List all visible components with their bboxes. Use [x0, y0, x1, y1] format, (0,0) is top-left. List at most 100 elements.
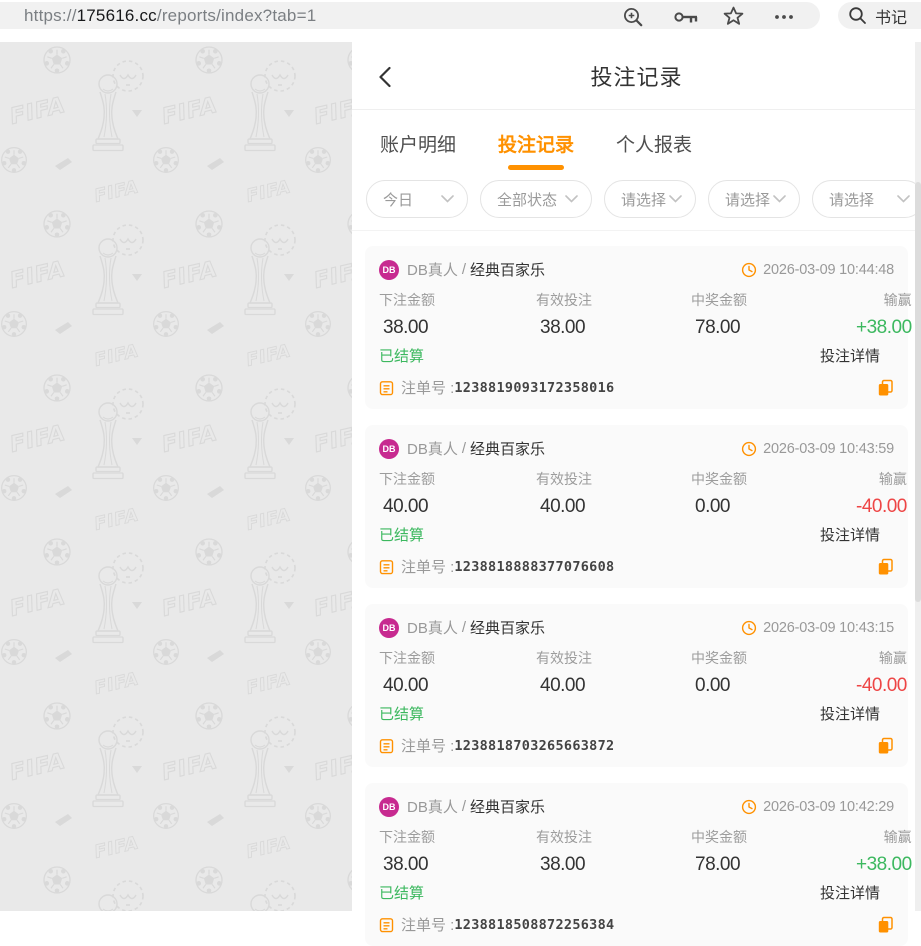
order-number-label: 注单号 : [401, 377, 454, 398]
fifa-watermark-background: FIFA [0, 42, 352, 911]
stat-value-bet: 38.00 [379, 854, 536, 876]
stat-label-profit: 输赢 [856, 648, 907, 668]
chevron-down-icon [565, 195, 578, 203]
stat-value-profit: +38.00 [856, 854, 912, 876]
bet-detail-link[interactable]: 投注详情 [820, 703, 880, 724]
zoom-in-icon[interactable] [622, 6, 644, 29]
stat-label-valid: 有效投注 [536, 827, 691, 847]
order-number: 1238818508872256384 [454, 917, 614, 933]
filter-select-dropdown-3[interactable]: 请选择 [812, 180, 921, 218]
stat-value-profit: -40.00 [856, 496, 907, 518]
stat-label-profit: 输赢 [856, 827, 912, 847]
game-name: 经典百家乐 [470, 438, 545, 459]
stat-value-bet: 40.00 [379, 675, 536, 697]
chevron-down-icon [669, 195, 682, 203]
page-content: FIFA [0, 42, 921, 911]
stat-label-bet: 下注金额 [379, 469, 536, 489]
provider-badge: DB [379, 797, 399, 817]
status-badge: 已结算 [379, 882, 424, 903]
stat-label-win: 中奖金额 [691, 290, 856, 310]
order-note-icon [379, 738, 394, 754]
stat-label-valid: 有效投注 [536, 290, 691, 310]
game-name: 经典百家乐 [470, 259, 545, 280]
order-note-icon [379, 559, 394, 575]
stat-label-valid: 有效投注 [536, 648, 691, 668]
clock-icon [741, 262, 757, 278]
bet-time: 2026-03-09 10:44:48 [763, 262, 894, 278]
filter-status-value: 全部状态 [497, 189, 557, 210]
filter-bar: 今日 全部状态 请选择 请选择 [352, 176, 921, 231]
provider-game-separator: / [462, 798, 466, 815]
order-number: 1238819093172358016 [454, 380, 614, 396]
stat-value-win: 78.00 [691, 317, 856, 339]
copy-icon[interactable] [877, 916, 894, 934]
filter-select-dropdown-2[interactable]: 请选择 [708, 180, 800, 218]
filter-select-value: 请选择 [621, 189, 666, 210]
address-bar[interactable]: https://175616.cc/reports/index?tab=1 [0, 2, 820, 29]
filter-status-dropdown[interactable]: 全部状态 [480, 180, 592, 218]
stat-label-win: 中奖金额 [691, 827, 856, 847]
bookmark-star-icon[interactable] [723, 6, 744, 27]
bet-record-card: DB DB真人 / 经典百家乐 2026-03-09 10:43:59 下注金额… [365, 425, 908, 588]
filter-select-value: 请选择 [829, 189, 874, 210]
filter-select-dropdown-1[interactable]: 请选择 [604, 180, 696, 218]
status-badge: 已结算 [379, 703, 424, 724]
order-note-icon [379, 380, 394, 396]
stat-value-valid: 40.00 [536, 675, 691, 697]
stat-value-valid: 40.00 [536, 496, 691, 518]
tab-personal-report[interactable]: 个人报表 [616, 110, 692, 176]
filter-date-value: 今日 [383, 189, 413, 210]
stat-value-win: 0.00 [691, 496, 856, 518]
clock-icon [741, 441, 757, 457]
scrollbar-thumb[interactable] [915, 182, 921, 602]
clock-icon [741, 799, 757, 815]
bet-record-card: DB DB真人 / 经典百家乐 2026-03-09 10:44:48 下注金额… [365, 246, 908, 409]
order-number: 1238818703265663872 [454, 738, 614, 754]
more-options-icon[interactable] [774, 14, 794, 20]
provider-name: DB真人 [407, 617, 458, 638]
page-url[interactable]: https://175616.cc/reports/index?tab=1 [24, 2, 316, 29]
url-scheme: https:// [24, 6, 77, 25]
stat-label-bet: 下注金额 [379, 290, 536, 310]
tab-account-details[interactable]: 账户明细 [380, 110, 456, 176]
bet-detail-link[interactable]: 投注详情 [820, 882, 880, 903]
order-number: 1238818888377076608 [454, 559, 614, 575]
reports-panel: 投注记录 账户明细 投注记录 个人报表 今日 全部状态 请选择 [352, 42, 921, 911]
page-title: 投注记录 [590, 60, 682, 92]
provider-name: DB真人 [407, 438, 458, 459]
stat-label-valid: 有效投注 [536, 469, 691, 489]
chevron-down-icon [773, 195, 786, 203]
stat-label-win: 中奖金额 [691, 648, 856, 668]
bet-detail-link[interactable]: 投注详情 [820, 345, 880, 366]
bet-record-list: DB DB真人 / 经典百家乐 2026-03-09 10:44:48 下注金额… [352, 231, 921, 946]
copy-icon[interactable] [877, 737, 894, 755]
game-name: 经典百家乐 [470, 617, 545, 638]
back-icon[interactable] [378, 66, 392, 88]
search-icon [848, 6, 867, 25]
stat-value-bet: 40.00 [379, 496, 536, 518]
bet-detail-link[interactable]: 投注详情 [820, 524, 880, 545]
provider-badge: DB [379, 439, 399, 459]
provider-badge: DB [379, 260, 399, 280]
provider-badge: DB [379, 618, 399, 638]
copy-icon[interactable] [877, 379, 894, 397]
stat-value-win: 78.00 [691, 854, 856, 876]
chevron-down-icon [441, 195, 454, 203]
password-key-icon[interactable] [674, 10, 700, 26]
url-domain: 175616.cc [77, 6, 157, 25]
stat-value-bet: 38.00 [379, 317, 536, 339]
bookmark-search-pill[interactable]: 书记 [838, 2, 921, 29]
stat-label-bet: 下注金额 [379, 648, 536, 668]
stat-value-win: 0.00 [691, 675, 856, 697]
stat-label-profit: 输赢 [856, 290, 912, 310]
order-note-icon [379, 917, 394, 933]
tab-bet-records[interactable]: 投注记录 [498, 110, 574, 176]
order-number-label: 注单号 : [401, 556, 454, 577]
status-badge: 已结算 [379, 524, 424, 545]
provider-game-separator: / [462, 261, 466, 278]
filter-date-dropdown[interactable]: 今日 [366, 180, 468, 218]
provider-name: DB真人 [407, 796, 458, 817]
copy-icon[interactable] [877, 558, 894, 576]
provider-game-separator: / [462, 619, 466, 636]
scrollbar[interactable] [915, 42, 921, 911]
